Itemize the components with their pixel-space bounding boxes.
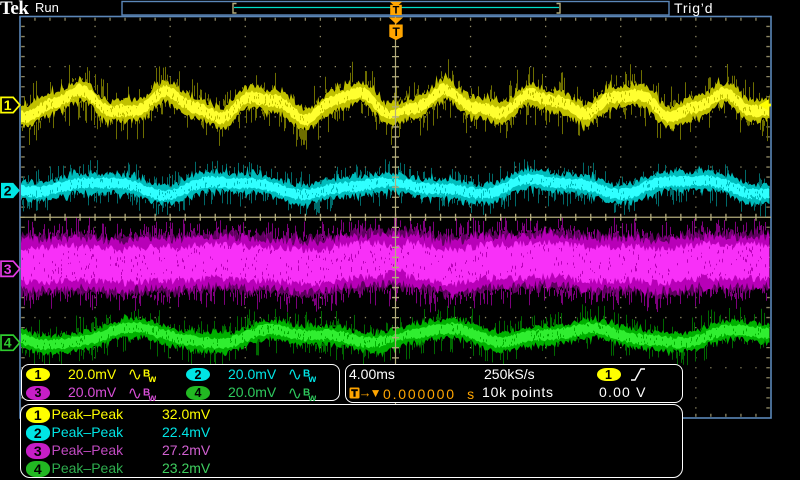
svg-text:T: T bbox=[393, 25, 401, 39]
svg-text:w: w bbox=[308, 374, 317, 383]
svg-text:4: 4 bbox=[4, 335, 12, 351]
svg-text:3: 3 bbox=[4, 261, 12, 277]
svg-text:w: w bbox=[148, 393, 157, 402]
svg-text:w: w bbox=[308, 393, 317, 402]
svg-text:1: 1 bbox=[4, 97, 12, 113]
svg-text:w: w bbox=[148, 374, 157, 383]
svg-text:T: T bbox=[393, 5, 400, 17]
svg-text:2: 2 bbox=[4, 183, 12, 199]
